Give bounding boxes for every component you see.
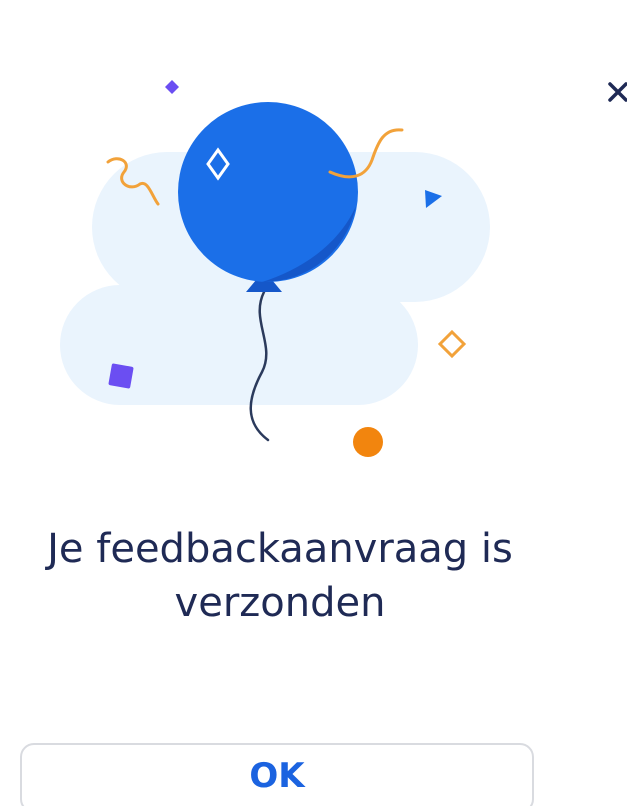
- dialog-title-line2: verzonden: [174, 580, 386, 626]
- confetti-diamond-purple: [165, 80, 179, 94]
- ok-button-label: OK: [249, 756, 305, 796]
- confetti-square-purple: [108, 363, 134, 389]
- balloon: [178, 102, 358, 282]
- dialog-title-line1: Je feedbackaanvraag is: [47, 526, 513, 572]
- confetti-diamond-orange: [437, 329, 467, 359]
- ok-button[interactable]: OK: [20, 743, 534, 806]
- confetti-dot-orange: [353, 427, 383, 457]
- balloon-confetti-illustration: [60, 80, 490, 457]
- confirmation-dialog: Je feedbackaanvraag is verzonden OK: [0, 0, 627, 806]
- dialog-title: Je feedbackaanvraag is verzonden: [0, 522, 560, 630]
